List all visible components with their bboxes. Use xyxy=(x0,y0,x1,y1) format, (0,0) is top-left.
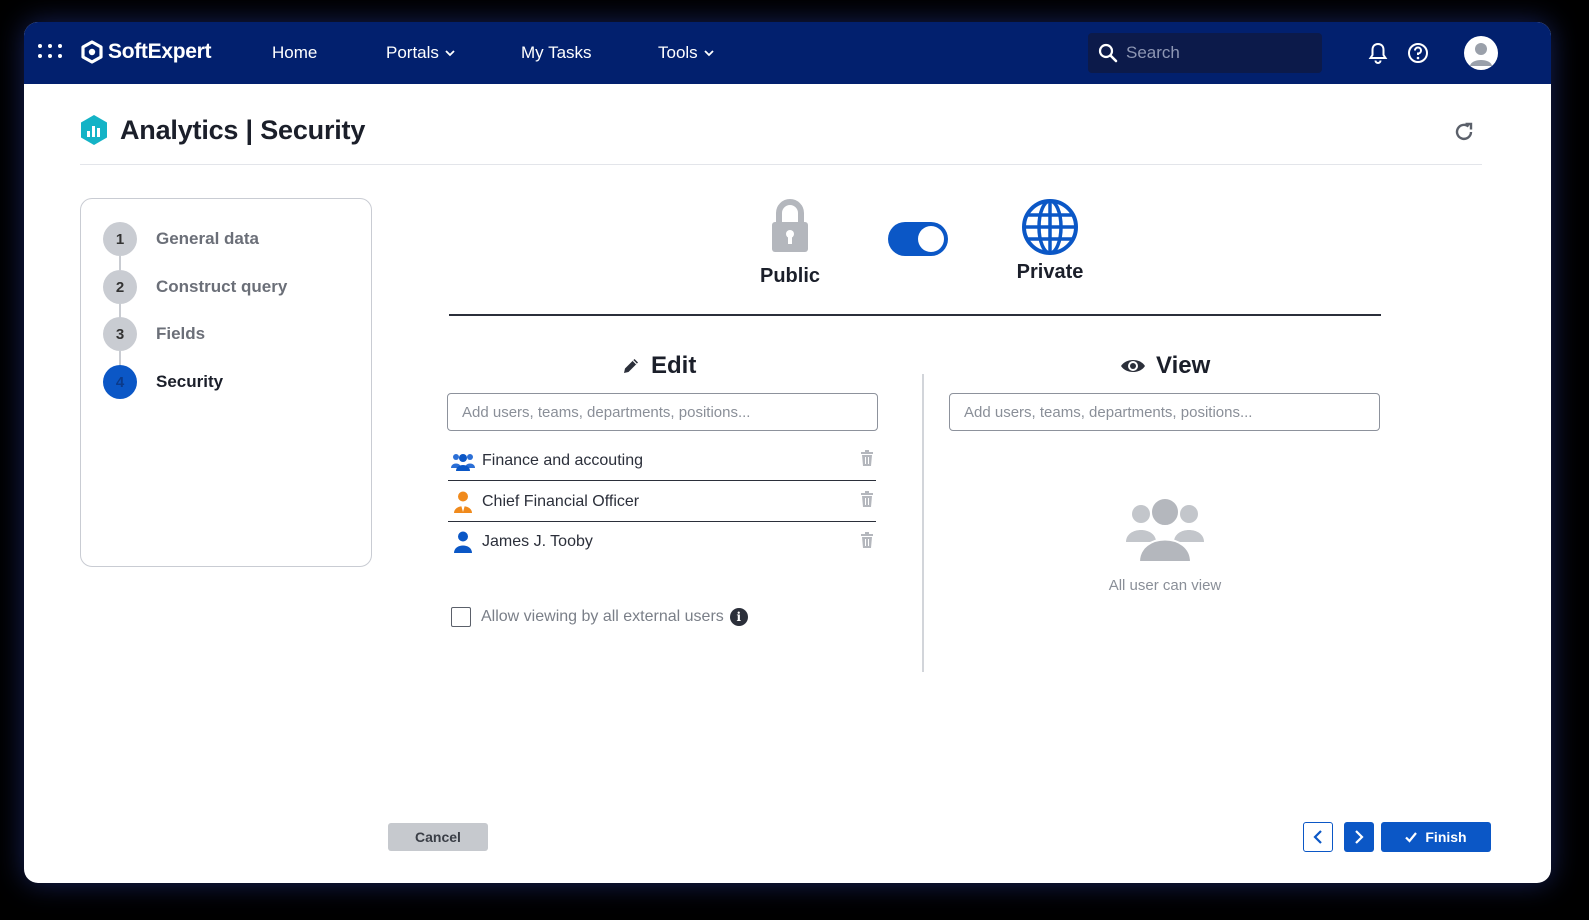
edit-member-row: Chief Financial Officer xyxy=(448,482,876,522)
page-header: Analytics | Security xyxy=(80,114,365,146)
user-avatar[interactable] xyxy=(1464,36,1498,70)
edit-section-title: Edit xyxy=(621,352,696,380)
nav-portals[interactable]: Portals xyxy=(386,22,455,84)
public-option[interactable]: Public xyxy=(750,198,830,288)
edit-add-field[interactable] xyxy=(447,393,878,431)
search-box[interactable] xyxy=(1088,33,1322,73)
external-users-label: Allow viewing by all external users xyxy=(481,608,724,625)
info-icon[interactable]: i xyxy=(729,608,748,626)
edit-title: Edit xyxy=(651,352,697,379)
help-button[interactable] xyxy=(1407,42,1429,69)
view-section-title: View xyxy=(1120,352,1210,380)
visibility-toggle[interactable] xyxy=(888,222,948,256)
globe-icon xyxy=(1022,199,1078,255)
finish-label: Finish xyxy=(1425,829,1467,845)
cancel-button[interactable]: Cancel xyxy=(388,823,488,851)
nav-tools-label: Tools xyxy=(658,43,698,62)
apps-grid-icon[interactable] xyxy=(38,44,62,60)
chevron-down-icon xyxy=(445,49,455,56)
external-users-option: Allow viewing by all external users i xyxy=(451,607,748,627)
user-avatar-icon xyxy=(1470,43,1492,66)
public-label: Public xyxy=(759,265,820,287)
step-number: 2 xyxy=(103,270,137,304)
search-icon xyxy=(1098,43,1118,63)
step-label: Construct query xyxy=(156,277,288,296)
chevron-right-icon xyxy=(1355,830,1364,844)
trash-icon[interactable] xyxy=(860,531,874,553)
trash-icon[interactable] xyxy=(860,491,874,512)
member-name: James J. Tooby xyxy=(482,533,593,550)
chevron-left-icon xyxy=(1313,830,1322,844)
nav-portals-label: Portals xyxy=(386,43,439,62)
softexpert-logo-icon xyxy=(81,40,103,64)
private-option[interactable]: Private xyxy=(1010,198,1090,284)
eye-icon xyxy=(1121,360,1145,372)
refresh-icon xyxy=(1455,122,1473,141)
pencil-icon xyxy=(624,359,638,373)
checkmark-icon xyxy=(1405,832,1418,843)
member-name: Finance and accouting xyxy=(482,451,643,469)
team-icon xyxy=(450,451,476,471)
step-general-data[interactable]: 1 General data xyxy=(103,222,259,256)
wizard-stepper: 1 General data 2 Construct query 3 Field… xyxy=(80,198,372,567)
step-connector xyxy=(119,351,121,365)
toggle-knob xyxy=(918,226,944,252)
analytics-icon xyxy=(81,115,107,145)
nav-tools[interactable]: Tools xyxy=(658,22,714,84)
finish-button[interactable]: Finish xyxy=(1381,822,1491,852)
chevron-down-icon xyxy=(704,49,714,56)
nav-my-tasks-label: My Tasks xyxy=(521,43,592,62)
view-empty-state: All user can view xyxy=(1100,494,1230,594)
next-button[interactable] xyxy=(1344,822,1374,852)
step-number: 3 xyxy=(103,317,137,351)
step-number: 4 xyxy=(103,365,137,399)
nav-home[interactable]: Home xyxy=(272,22,317,84)
previous-button[interactable] xyxy=(1303,822,1333,852)
step-connector xyxy=(119,304,121,318)
app-window: SoftExpert Home Portals My Tasks Tools S… xyxy=(24,22,1551,883)
step-security[interactable]: 4 Security xyxy=(103,365,223,399)
lock-icon xyxy=(772,199,808,252)
step-number: 1 xyxy=(103,222,137,256)
member-name: Chief Financial Officer xyxy=(482,492,640,510)
nav-home-label: Home xyxy=(272,43,318,62)
view-title: View xyxy=(1156,352,1211,379)
step-label: Security xyxy=(156,372,224,391)
brand-name: SoftExpert xyxy=(108,40,212,63)
top-navbar: SoftExpert Home Portals My Tasks Tools xyxy=(24,22,1551,84)
step-label: Fields xyxy=(156,324,206,343)
edit-member-row: James J. Tooby xyxy=(448,522,876,562)
step-connector xyxy=(119,256,121,270)
bell-icon xyxy=(1368,42,1388,64)
private-label: Private xyxy=(1016,261,1084,283)
column-divider xyxy=(922,374,924,672)
header-divider xyxy=(80,164,1482,165)
external-users-checkbox[interactable] xyxy=(451,607,471,627)
position-icon xyxy=(450,491,476,513)
page-title: Analytics | Security xyxy=(120,114,366,145)
trash-icon[interactable] xyxy=(860,450,874,471)
group-icon xyxy=(1126,497,1204,563)
view-empty-text: All user can view xyxy=(1108,577,1222,594)
help-icon xyxy=(1408,43,1428,63)
visibility-divider xyxy=(449,314,1381,316)
brand-logo[interactable]: SoftExpert xyxy=(80,40,211,64)
search-input[interactable] xyxy=(1126,43,1306,63)
step-label: General data xyxy=(156,229,259,248)
step-fields[interactable]: 3 Fields xyxy=(103,317,205,351)
notifications-button[interactable] xyxy=(1368,42,1388,69)
edit-member-row: Finance and accouting xyxy=(448,441,876,481)
refresh-button[interactable] xyxy=(1453,121,1475,148)
nav-my-tasks[interactable]: My Tasks xyxy=(521,22,592,84)
view-add-field[interactable] xyxy=(949,393,1380,431)
user-icon xyxy=(450,531,476,553)
step-construct-query[interactable]: 2 Construct query xyxy=(103,270,287,304)
